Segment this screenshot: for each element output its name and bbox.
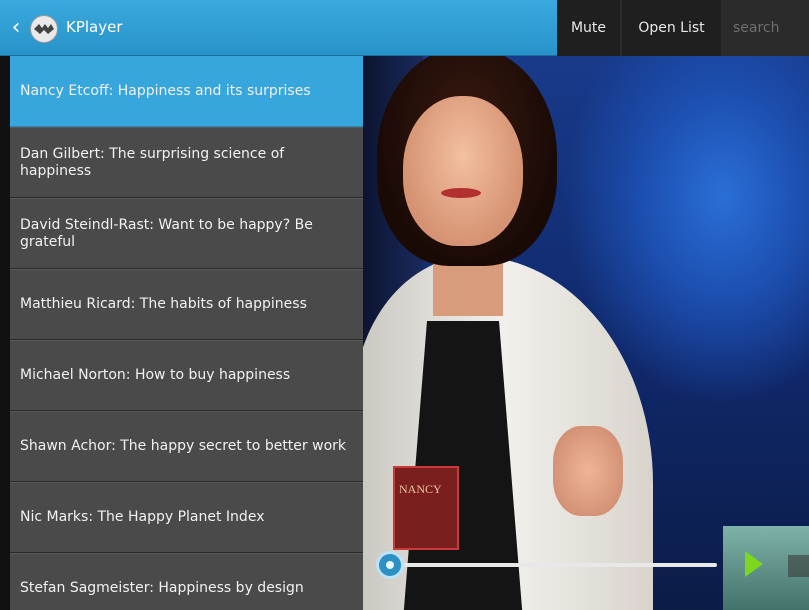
playlist-item[interactable]: Nancy Etcoff: Happiness and its surprise… — [10, 56, 363, 127]
playlist-item-label: Nancy Etcoff: Happiness and its surprise… — [20, 83, 311, 99]
playlist-item[interactable]: Michael Norton: How to buy happiness — [10, 340, 363, 411]
speaker-badge: NANCY — [393, 466, 459, 550]
playlist-item-label: Michael Norton: How to buy happiness — [20, 367, 291, 383]
playlist-item[interactable]: Stefan Sagmeister: Happiness by design — [10, 553, 363, 610]
speaker-hand — [553, 426, 623, 516]
playlist-item-label: Dan Gilbert: The surprising science of h… — [20, 145, 285, 179]
playlist-item[interactable]: David Steindl-Rast: Want to be happy? Be… — [10, 198, 363, 269]
playlist-item-label: Stefan Sagmeister: Happiness by design — [20, 579, 304, 596]
speaker-lips — [441, 188, 481, 198]
playlist-item[interactable]: Nic Marks: The Happy Planet Index — [10, 482, 363, 553]
action-bar: ‹ KPlayer Mute Open List — [0, 0, 809, 56]
mute-button[interactable]: Mute — [557, 0, 622, 56]
playlist-item[interactable]: Matthieu Ricard: The habits of happiness — [10, 269, 363, 340]
playlist: Nancy Etcoff: Happiness and its surprise… — [10, 56, 363, 610]
search-input[interactable] — [721, 0, 809, 56]
app-title: KPlayer — [66, 18, 123, 36]
open-list-button[interactable]: Open List — [622, 0, 721, 56]
seek-thumb[interactable] — [376, 551, 404, 579]
seek-bar[interactable] — [391, 563, 717, 567]
fullscreen-button[interactable] — [788, 555, 809, 577]
playlist-item-label: Shawn Achor: The happy secret to better … — [20, 438, 346, 454]
playlist-item-label: Nic Marks: The Happy Planet Index — [20, 509, 265, 525]
play-icon[interactable] — [745, 551, 763, 577]
playlist-item-label: David Steindl-Rast: Want to be happy? Be… — [20, 216, 313, 250]
video-frame[interactable]: NANCY — [363, 56, 809, 610]
badge-text: NANCY — [399, 482, 442, 496]
playlist-item[interactable]: Shawn Achor: The happy secret to better … — [10, 411, 363, 482]
action-bar-actions: Mute Open List — [557, 0, 809, 56]
playlist-item-label: Matthieu Ricard: The habits of happiness — [20, 296, 307, 312]
speaker-face — [403, 96, 523, 246]
kplayer-logo-icon[interactable] — [30, 15, 58, 43]
playlist-item[interactable]: Dan Gilbert: The surprising science of h… — [10, 127, 363, 198]
back-chevron-icon[interactable]: ‹ — [8, 14, 24, 42]
